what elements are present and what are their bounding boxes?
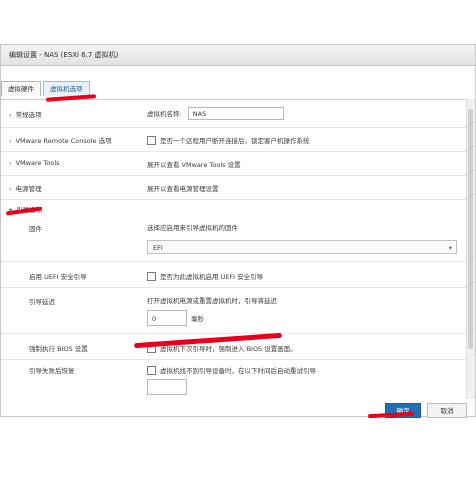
tab-vm-options[interactable]: 虚拟机选项 (43, 81, 90, 96)
row-firmware: 固件 选择应启用来引导虚拟机的固件 EFI ▾ (1, 218, 476, 262)
row-boot-retry: 引导失败后恢复 虚拟机找不到引导设备时，在以下时间后自动重试引导 (1, 360, 476, 400)
options-scrollbar[interactable] (466, 99, 475, 399)
force-bios-desc: 虚拟机下次引导时，强制进入 BIOS 设置画面。 (160, 345, 297, 353)
general-options-label: 常规选项 (15, 111, 42, 119)
row-uefi-secure-boot: 启用 UEFI 安全引导 是否为此虚拟机启用 UEFI 安全引导 (1, 262, 476, 288)
chevron-right-icon: › (9, 137, 12, 145)
cancel-button[interactable]: 取消 (427, 403, 467, 418)
chevron-right-icon: › (9, 185, 12, 193)
firmware-label: 固件 (29, 225, 42, 233)
boot-delay-desc: 打开虚拟机电源或重置虚拟机时，引导将延迟 (147, 297, 277, 305)
force-bios-label: 强制执行 BIOS 设置 (29, 345, 88, 353)
scrollbar-thumb[interactable] (468, 109, 473, 349)
vmrc-desc: 是否一个远程用户断开连接后，锁定客户机操作系统 (160, 137, 310, 145)
boot-delay-unit: 毫秒 (191, 315, 204, 323)
boot-retry-desc: 虚拟机找不到引导设备时，在以下时间后自动重试引导 (160, 367, 316, 375)
boot-delay-label: 引导延迟 (29, 298, 55, 306)
chevron-right-icon: › (9, 159, 12, 167)
firmware-desc: 选择应启用来引导虚拟机的固件 (147, 224, 238, 232)
uefi-secure-boot-desc: 是否为此虚拟机启用 UEFI 安全引导 (160, 273, 264, 281)
vmware-tools-label: VMware Tools (15, 159, 60, 167)
vmrc-lock-checkbox[interactable] (147, 135, 156, 145)
boot-delay-input[interactable]: 0 (147, 310, 187, 326)
chevron-right-icon: › (9, 111, 12, 119)
firmware-select[interactable]: EFI ▾ (147, 240, 457, 254)
power-management-desc: 展开以查看电源管理设置 (147, 185, 219, 193)
row-power-management[interactable]: › 电源管理 展开以查看电源管理设置 (1, 176, 476, 200)
vm-name-input[interactable]: NAS (187, 107, 284, 120)
vmware-tools-desc: 展开以查看 VMware Tools 设置 (147, 161, 241, 169)
boot-retry-delay-input[interactable] (147, 379, 187, 395)
power-management-label: 电源管理 (15, 185, 42, 193)
boot-retry-checkbox[interactable] (147, 365, 156, 375)
firmware-select-value: EFI (153, 244, 163, 252)
row-general[interactable]: › 常规选项 虚拟机名称: NAS (1, 100, 476, 128)
uefi-secure-boot-checkbox[interactable] (147, 271, 156, 281)
vm-name-label: 虚拟机名称: (147, 110, 182, 118)
row-vmrc[interactable]: › VMware Remote Console 选项 是否一个远程用户断开连接后，… (1, 128, 476, 152)
vmrc-options-label: VMware Remote Console 选项 (15, 137, 112, 145)
row-boot-options[interactable]: ▾引导选项 (1, 200, 476, 218)
dialog-title: 编辑设置 - NAS (ESXi 6.7 虚拟机) (1, 45, 475, 66)
row-vmware-tools[interactable]: › VMware Tools 展开以查看 VMware Tools 设置 (1, 152, 476, 176)
boot-retry-label: 引导失败后恢复 (29, 367, 75, 375)
chevron-down-icon: ▾ (448, 244, 452, 252)
tab-virtual-hardware[interactable]: 虚拟硬件 (1, 81, 41, 96)
row-boot-delay: 引导延迟 打开虚拟机电源或重置虚拟机时，引导将延迟 0 毫秒 (1, 288, 476, 334)
uefi-secure-boot-label: 启用 UEFI 安全引导 (29, 273, 87, 281)
options-panel: › 常规选项 虚拟机名称: NAS › VMware Remote Console … (1, 99, 476, 400)
